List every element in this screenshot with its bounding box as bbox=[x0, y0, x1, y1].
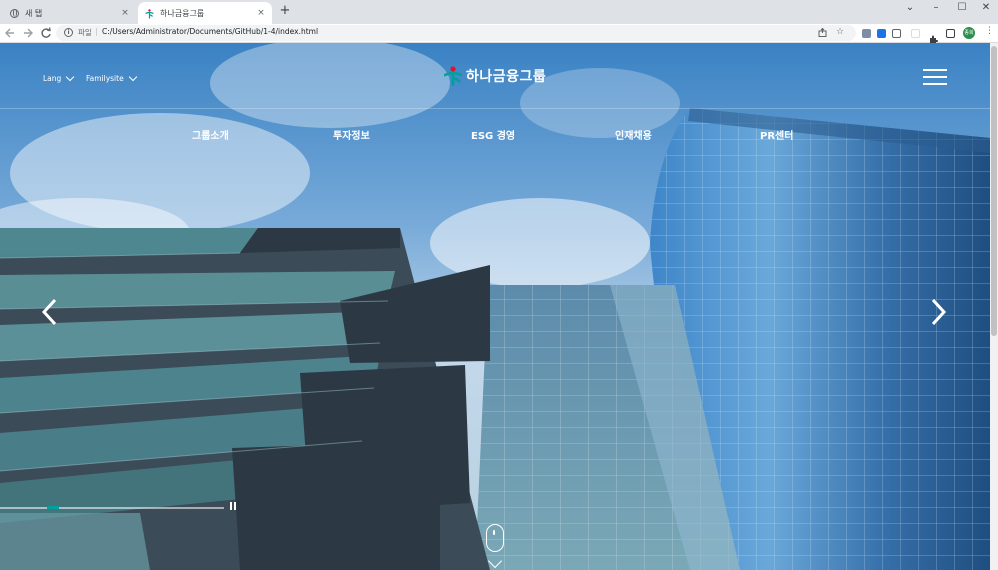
scrollbar-thumb[interactable] bbox=[991, 46, 997, 336]
nav-item-esg[interactable]: ESG 경영 bbox=[471, 127, 515, 142]
hana-logo-icon bbox=[444, 66, 462, 86]
nav-item-recruit[interactable]: 인재채용 bbox=[615, 127, 652, 142]
reload-icon[interactable] bbox=[39, 25, 53, 41]
new-tab-button[interactable]: + bbox=[278, 3, 292, 19]
info-icon[interactable]: i bbox=[64, 28, 73, 37]
hero-section: Lang Familysite 하나금융그룹 그룹소개 투자정보 ESG 경영 … bbox=[0, 43, 998, 570]
sidebar-icon[interactable] bbox=[946, 29, 955, 38]
camera-extension-icon[interactable] bbox=[892, 29, 901, 38]
star-icon[interactable]: ☆ bbox=[836, 27, 844, 37]
nav-item-investor[interactable]: 투자정보 bbox=[333, 127, 370, 142]
tab-title: 하나금융그룹 bbox=[160, 8, 205, 18]
forward-arrow-icon[interactable] bbox=[21, 25, 35, 41]
nav-item-pr[interactable]: PR센터 bbox=[760, 127, 793, 142]
slide-next-arrow-icon[interactable] bbox=[928, 298, 948, 326]
extension-icon[interactable] bbox=[911, 29, 920, 38]
hana-favicon-icon bbox=[145, 8, 154, 18]
kebab-menu-icon[interactable]: ⋮ bbox=[985, 27, 994, 36]
mouse-scroll-icon[interactable] bbox=[486, 524, 504, 552]
globe-icon bbox=[10, 8, 19, 18]
hamburger-menu-icon[interactable] bbox=[923, 69, 947, 86]
address-bar[interactable]: i 파일 | C:/Users/Administrator/Documents/… bbox=[56, 25, 856, 41]
extension-icon[interactable] bbox=[877, 29, 886, 38]
header-divider bbox=[0, 108, 990, 109]
extension-icon[interactable] bbox=[862, 29, 871, 38]
profile-avatar[interactable]: 종희 bbox=[963, 27, 975, 39]
minimize-button[interactable]: – bbox=[922, 0, 950, 18]
hero-building-image bbox=[0, 43, 998, 570]
omnibox-separator: | bbox=[95, 27, 98, 36]
browser-tab-strip: 새 탭 × 하나금융그룹 × + ⌄ – ☐ ✕ bbox=[0, 0, 998, 24]
nav-item-group-intro[interactable]: 그룹소개 bbox=[192, 127, 229, 142]
chevron-down-icon bbox=[66, 72, 75, 82]
slide-prev-arrow-icon[interactable] bbox=[40, 298, 60, 326]
lang-select[interactable]: Lang bbox=[43, 72, 75, 83]
logo-text: 하나금융그룹 bbox=[466, 69, 547, 85]
lang-label: Lang bbox=[43, 74, 62, 83]
chevron-down-icon bbox=[128, 72, 137, 82]
url-text[interactable]: C:/Users/Administrator/Documents/GitHub/… bbox=[102, 27, 318, 36]
close-window-button[interactable]: ✕ bbox=[972, 0, 998, 18]
browser-tab-hana[interactable]: 하나금융그룹 × bbox=[138, 2, 272, 24]
tab-close-icon[interactable]: × bbox=[254, 8, 268, 18]
browser-toolbar: i 파일 | C:/Users/Administrator/Documents/… bbox=[0, 24, 998, 44]
file-scheme-label: 파일 bbox=[78, 28, 92, 37]
hana-logo[interactable]: 하나금융그룹 bbox=[444, 66, 546, 86]
familysite-select[interactable]: Familysite bbox=[86, 72, 137, 83]
pause-icon[interactable] bbox=[230, 502, 238, 511]
familysite-label: Familysite bbox=[86, 74, 124, 83]
back-arrow-icon[interactable] bbox=[3, 25, 17, 41]
slide-progress-active bbox=[47, 506, 59, 509]
browser-tab-new-tab[interactable]: 새 탭 × bbox=[4, 2, 136, 24]
share-icon[interactable] bbox=[818, 27, 827, 39]
tab-search-icon[interactable]: ⌄ bbox=[896, 0, 924, 18]
tab-title: 새 탭 bbox=[25, 8, 43, 18]
tab-close-icon[interactable]: × bbox=[118, 8, 132, 18]
puzzle-icon[interactable] bbox=[929, 29, 938, 44]
page-scrollbar[interactable] bbox=[990, 43, 998, 570]
